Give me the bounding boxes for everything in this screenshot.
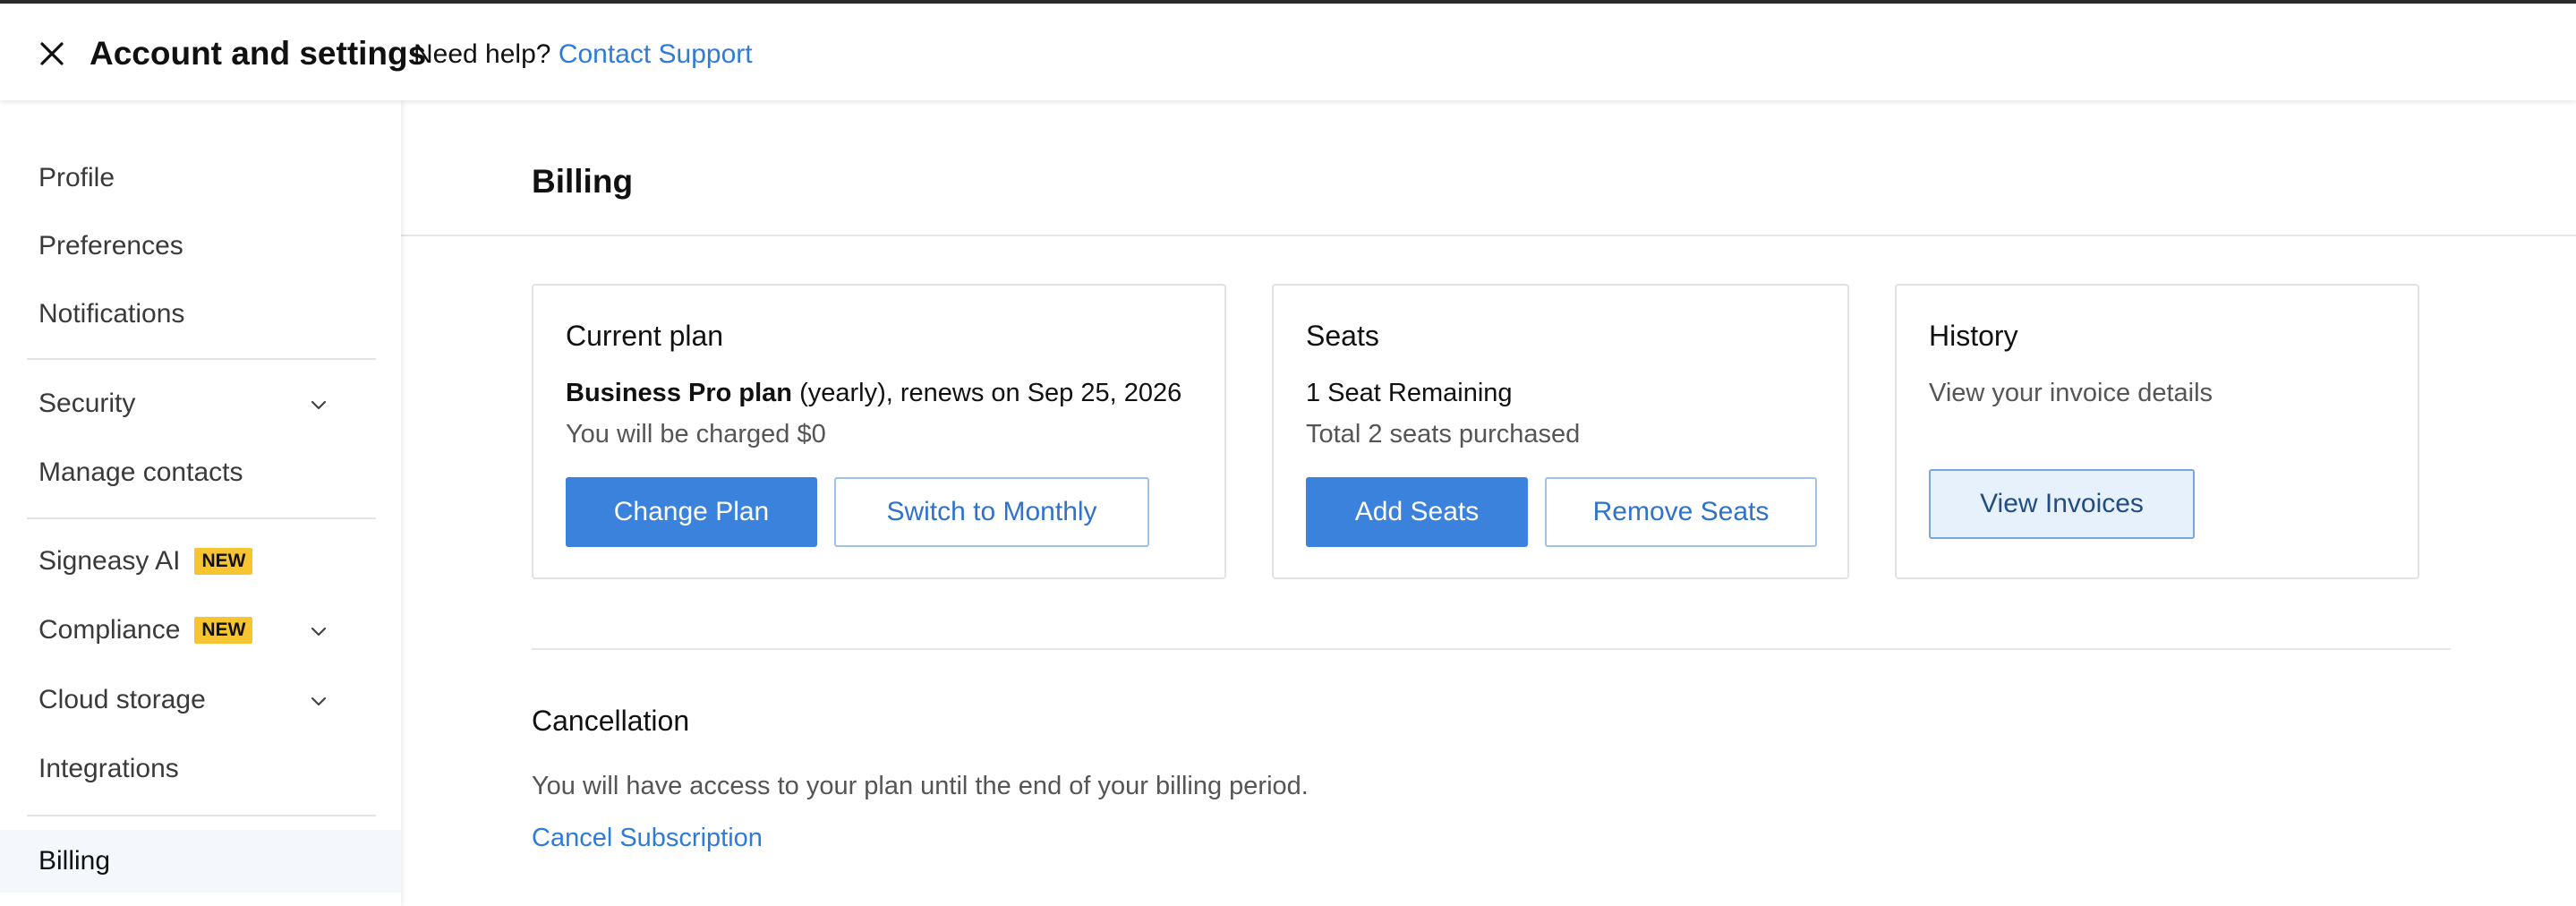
main-content: Billing Current plan Business Pro plan (…	[401, 100, 2576, 906]
sidebar-item-cloud-storage[interactable]: Cloud storage	[0, 671, 401, 730]
seats-total: Total 2 seats purchased	[1306, 420, 1581, 449]
close-icon	[40, 42, 64, 65]
cancellation-description: You will have access to your plan until …	[532, 772, 1309, 800]
switch-to-monthly-button[interactable]: Switch to Monthly	[834, 477, 1149, 547]
card-title: Current plan	[566, 320, 724, 352]
change-plan-button[interactable]: Change Plan	[566, 477, 817, 547]
plan-summary: Business Pro plan (yearly), renews on Se…	[566, 379, 1181, 408]
add-seats-button[interactable]: Add Seats	[1306, 477, 1528, 547]
app-header: Account and settings Need help? Contact …	[0, 4, 2576, 100]
help-text: Need help? Contact Support	[414, 37, 753, 73]
new-badge: NEW	[194, 617, 253, 644]
sidebar-divider	[27, 815, 376, 816]
sidebar-item-integrations[interactable]: Integrations	[0, 739, 401, 799]
title-divider	[401, 235, 2576, 236]
page-header-title: Account and settings	[90, 35, 427, 72]
sidebar-item-label: Cloud storage	[38, 685, 206, 714]
sidebar-item-security[interactable]: Security	[0, 374, 401, 433]
sidebar-item-label: Signeasy AI	[38, 546, 181, 576]
seats-card: Seats 1 Seat Remaining Total 2 seats pur…	[1272, 284, 1849, 579]
help-prefix: Need help?	[414, 39, 551, 69]
sidebar-divider	[27, 358, 376, 360]
cancel-subscription-link[interactable]: Cancel Subscription	[532, 824, 763, 853]
sidebar-item-profile[interactable]: Profile	[0, 149, 401, 208]
sidebar-item-label: Profile	[38, 163, 115, 192]
sidebar-item-label: Billing	[38, 846, 111, 876]
sidebar-item-signeasy-ai[interactable]: Signeasy AI NEW	[0, 532, 401, 591]
cancellation-title: Cancellation	[532, 705, 690, 737]
sidebar-item-manage-contacts[interactable]: Manage contacts	[0, 443, 401, 502]
settings-sidebar: Profile Preferences Notifications Securi…	[0, 100, 401, 906]
chevron-down-icon	[311, 627, 327, 637]
sidebar-item-label: Security	[38, 389, 136, 418]
view-invoices-button[interactable]: View Invoices	[1929, 469, 2195, 539]
chevron-down-icon	[311, 697, 327, 706]
seats-remaining: 1 Seat Remaining	[1306, 379, 1513, 407]
card-title: History	[1929, 320, 2018, 352]
sidebar-item-label: Preferences	[38, 231, 183, 261]
current-plan-card: Current plan Business Pro plan (yearly),…	[532, 284, 1226, 579]
chevron-down-icon	[311, 400, 327, 410]
sidebar-item-label: Notifications	[38, 299, 185, 329]
plan-name: Business Pro plan	[566, 379, 793, 407]
new-badge: NEW	[194, 548, 253, 575]
remove-seats-button[interactable]: Remove Seats	[1545, 477, 1817, 547]
sidebar-divider	[27, 517, 376, 519]
sidebar-item-label: Integrations	[38, 754, 179, 783]
history-description: View your invoice details	[1929, 379, 2213, 407]
sidebar-item-billing[interactable]: Billing	[0, 830, 401, 893]
plan-renewal: (yearly), renews on Sep 25, 2026	[792, 379, 1182, 407]
plan-charge: You will be charged $0	[566, 420, 826, 449]
history-card: History View your invoice details View I…	[1895, 284, 2419, 579]
sidebar-item-compliance[interactable]: Compliance NEW	[0, 601, 401, 660]
card-title: Seats	[1306, 320, 1379, 352]
sidebar-item-label: Compliance	[38, 615, 181, 645]
close-button[interactable]	[32, 34, 72, 73]
sidebar-item-notifications[interactable]: Notifications	[0, 285, 401, 344]
sidebar-item-label: Manage contacts	[38, 457, 243, 487]
section-divider	[532, 648, 2451, 650]
sidebar-item-preferences[interactable]: Preferences	[0, 217, 401, 276]
page-title: Billing	[532, 163, 634, 200]
contact-support-link[interactable]: Contact Support	[559, 39, 753, 69]
